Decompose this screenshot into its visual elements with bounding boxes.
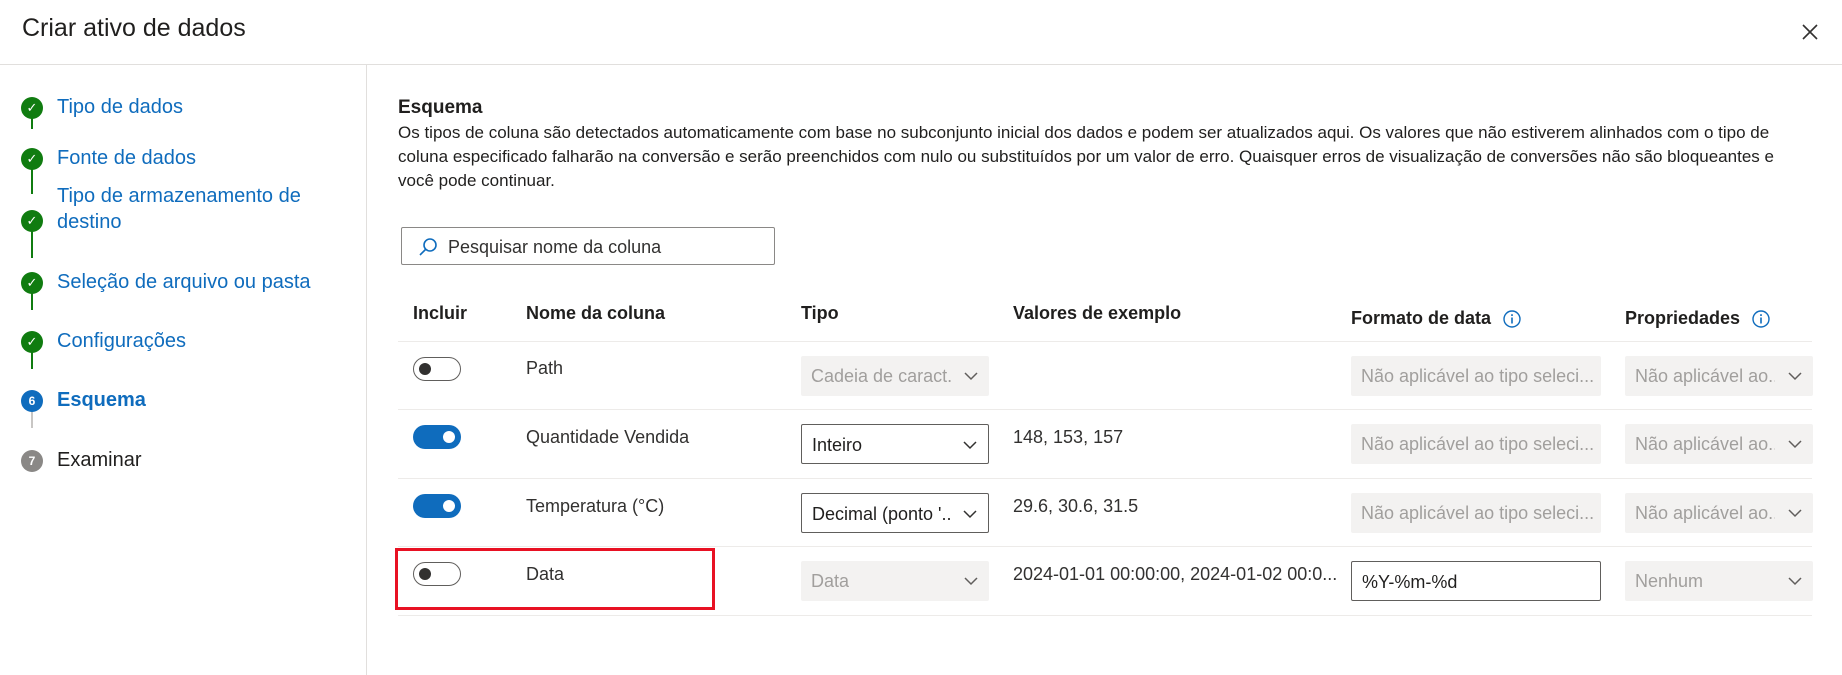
row-divider — [398, 478, 1812, 479]
check-icon: ✓ — [21, 210, 43, 232]
type-value: Decimal (ponto '... — [812, 504, 952, 524]
column-header-include: Incluir — [413, 303, 468, 323]
type-value: Cadeia de caract... — [811, 366, 951, 386]
highlight-box — [395, 548, 715, 610]
search-box[interactable] — [401, 227, 775, 265]
include-toggle[interactable] — [413, 494, 461, 518]
chevron-down-icon — [1788, 509, 1802, 518]
row-divider — [398, 546, 1812, 547]
column-header-sample: Valores de exemplo — [1013, 303, 1182, 323]
properties-value: Nenhum — [1635, 571, 1704, 591]
chevron-down-icon — [964, 577, 978, 586]
properties-dropdown[interactable]: Não aplicável ao... — [1625, 424, 1813, 464]
step-tipo-armazenamento[interactable]: Tipo de armazenamento de destino — [57, 183, 347, 235]
properties-value: Não aplicável ao... — [1635, 503, 1775, 523]
step-selecao-arquivo[interactable]: Seleção de arquivo ou pasta — [57, 269, 347, 295]
step-esquema[interactable]: Esquema — [57, 387, 347, 413]
dialog-title: Criar ativo de dados — [22, 14, 246, 42]
info-icon[interactable] — [1502, 309, 1522, 329]
date-format-value: Não aplicável ao tipo seleci... — [1361, 503, 1595, 523]
date-format-field[interactable]: %Y-%m-%d — [1351, 561, 1601, 601]
row-divider — [398, 615, 1812, 616]
check-icon: ✓ — [21, 331, 43, 353]
row-divider — [398, 409, 1812, 410]
chevron-down-icon — [1788, 440, 1802, 449]
type-dropdown[interactable]: Inteiro — [801, 424, 989, 464]
sample-values: 148, 153, 157 — [1013, 427, 1124, 447]
include-toggle[interactable] — [413, 357, 461, 381]
schema-section: Esquema Os tipos de coluna são detectado… — [398, 97, 1818, 193]
chevron-down-icon — [1788, 372, 1802, 381]
step-tipo-de-dados[interactable]: Tipo de dados — [57, 94, 347, 120]
column-name: Path — [526, 358, 564, 378]
dialog-header: Criar ativo de dados — [0, 0, 1842, 65]
date-format-label: Formato de data — [1351, 308, 1492, 328]
step-configuracoes[interactable]: Configurações — [57, 328, 347, 354]
search-icon — [419, 238, 437, 256]
check-icon: ✓ — [21, 148, 43, 170]
row-divider — [398, 341, 1812, 342]
check-icon: ✓ — [21, 97, 43, 119]
date-format-field: Não aplicável ao tipo seleci... — [1351, 493, 1601, 533]
date-format-value: Não aplicável ao tipo seleci... — [1361, 366, 1595, 386]
include-toggle[interactable] — [413, 425, 461, 449]
close-icon[interactable] — [1796, 18, 1824, 46]
search-input[interactable] — [446, 234, 770, 260]
sample-values: 2024-01-01 00:00:00, 2024-01-02 00:0... — [1013, 564, 1338, 584]
info-icon[interactable] — [1751, 309, 1771, 329]
section-description: Os tipos de coluna são detectados automa… — [398, 123, 1774, 190]
type-value: Inteiro — [812, 435, 863, 455]
chevron-down-icon — [964, 372, 978, 381]
section-title: Esquema — [398, 97, 483, 118]
column-header-name: Nome da coluna — [526, 303, 666, 323]
close-button[interactable] — [1796, 18, 1824, 46]
step-fonte-de-dados[interactable]: Fonte de dados — [57, 145, 347, 171]
column-header-type: Tipo — [801, 303, 839, 323]
chevron-down-icon — [963, 510, 977, 519]
date-format-value: %Y-%m-%d — [1362, 572, 1458, 592]
column-header-properties: Propriedades — [1625, 308, 1771, 329]
chevron-down-icon — [963, 441, 977, 450]
properties-dropdown[interactable]: Nenhum — [1625, 561, 1813, 601]
properties-value: Não aplicável ao... — [1635, 434, 1775, 454]
step-connector — [31, 229, 33, 258]
column-header-date-format: Formato de data — [1351, 308, 1522, 329]
type-value: Data — [811, 571, 850, 591]
step-number-badge: 7 — [21, 450, 43, 472]
date-format-value: Não aplicável ao tipo seleci... — [1361, 434, 1595, 454]
sample-values: 29.6, 30.6, 31.5 — [1013, 496, 1139, 516]
properties-dropdown[interactable]: Não aplicável ao... — [1625, 356, 1813, 396]
step-examinar[interactable]: Examinar — [57, 447, 347, 473]
properties-value: Não aplicável ao... — [1635, 366, 1775, 386]
date-format-field: Não aplicável ao tipo seleci... — [1351, 356, 1601, 396]
column-name: Temperatura (°C) — [526, 496, 665, 516]
chevron-down-icon — [1788, 577, 1802, 586]
properties-label: Propriedades — [1625, 308, 1741, 328]
type-dropdown[interactable]: Data — [801, 561, 989, 601]
wizard-steps: ✓ Tipo de dados ✓ Fonte de dados ✓ Tipo … — [0, 65, 367, 675]
type-dropdown[interactable]: Cadeia de caract... — [801, 356, 989, 396]
check-icon: ✓ — [21, 272, 43, 294]
date-format-field: Não aplicável ao tipo seleci... — [1351, 424, 1601, 464]
step-number-badge: 6 — [21, 390, 43, 412]
type-dropdown[interactable]: Decimal (ponto '... — [801, 493, 989, 533]
properties-dropdown[interactable]: Não aplicável ao... — [1625, 493, 1813, 533]
column-name: Quantidade Vendida — [526, 427, 690, 447]
